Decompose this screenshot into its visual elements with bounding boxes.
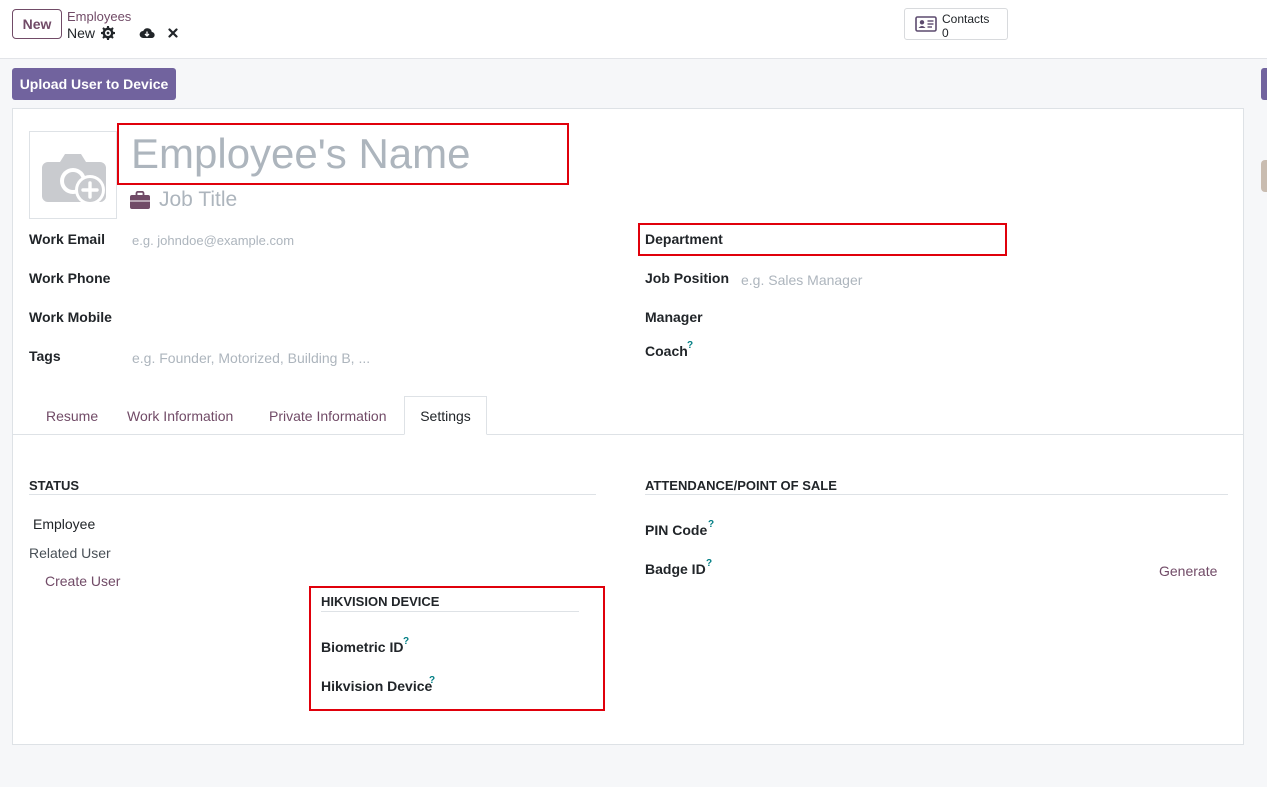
status-section-divider [29,494,596,495]
attendance-section-divider [645,494,1228,495]
contact-card-icon [915,16,937,32]
tabs-divider [13,434,1244,435]
pin-code-help-icon[interactable]: ? [708,519,714,530]
tags-input[interactable]: e.g. Founder, Motorized, Building B, ... [132,350,370,366]
manager-input[interactable] [740,305,1220,327]
highlight-department [638,223,1007,256]
highlight-hikvision-device [309,586,605,711]
contacts-smart-button[interactable]: Contacts 0 [904,8,1008,40]
work-phone-input[interactable] [131,266,591,288]
tab-resume[interactable]: Resume [46,408,98,424]
upload-user-to-device-button[interactable]: Upload User to Device [12,68,176,100]
generate-badge-button[interactable]: Generate [1159,563,1217,579]
job-position-input[interactable]: e.g. Sales Manager [741,272,862,288]
create-user-button[interactable]: Create User [45,573,120,589]
tags-label: Tags [29,348,61,364]
badge-id-label: Badge ID [645,561,706,577]
work-email-label: Work Email [29,231,105,247]
control-panel [0,0,1267,59]
new-button[interactable]: New [12,9,62,39]
tab-private-information[interactable]: Private Information [269,408,387,424]
work-email-input[interactable]: e.g. johndoe@example.com [132,233,294,248]
work-mobile-label: Work Mobile [29,309,112,325]
briefcase-icon [130,191,150,209]
work-phone-label: Work Phone [29,270,111,286]
contacts-label: Contacts [942,12,990,26]
coach-help-icon[interactable]: ? [687,340,693,351]
status-section-title: STATUS [29,478,80,493]
employee-type-value[interactable]: Employee [33,516,95,532]
manager-label: Manager [645,309,703,325]
badge-id-help-icon[interactable]: ? [706,558,712,569]
contacts-count: 0 [942,26,949,40]
gear-icon[interactable] [101,26,115,40]
pin-code-input[interactable] [740,518,1220,540]
job-position-label: Job Position [645,270,729,286]
highlight-employee-name [117,123,569,185]
employee-photo[interactable] [29,131,117,219]
coach-label: Coach [645,343,688,359]
cloud-save-icon[interactable] [139,27,155,39]
attendance-section-title: ATTENDANCE/POINT OF SALE [645,478,837,493]
discard-icon[interactable] [168,28,178,38]
pin-code-label: PIN Code [645,522,708,538]
coach-input[interactable] [740,340,1220,362]
breadcrumb-employees[interactable]: Employees [67,9,131,24]
side-panel-button[interactable] [1261,68,1267,100]
work-mobile-input[interactable] [131,305,591,327]
job-title-input[interactable]: Job Title [159,188,237,212]
tab-settings[interactable]: Settings [404,396,487,435]
related-user-label: Related User [29,545,111,561]
side-panel-avatar [1261,160,1267,192]
camera-add-icon [42,154,106,205]
breadcrumb-current: New [67,25,96,41]
tab-work-information[interactable]: Work Information [127,408,233,424]
